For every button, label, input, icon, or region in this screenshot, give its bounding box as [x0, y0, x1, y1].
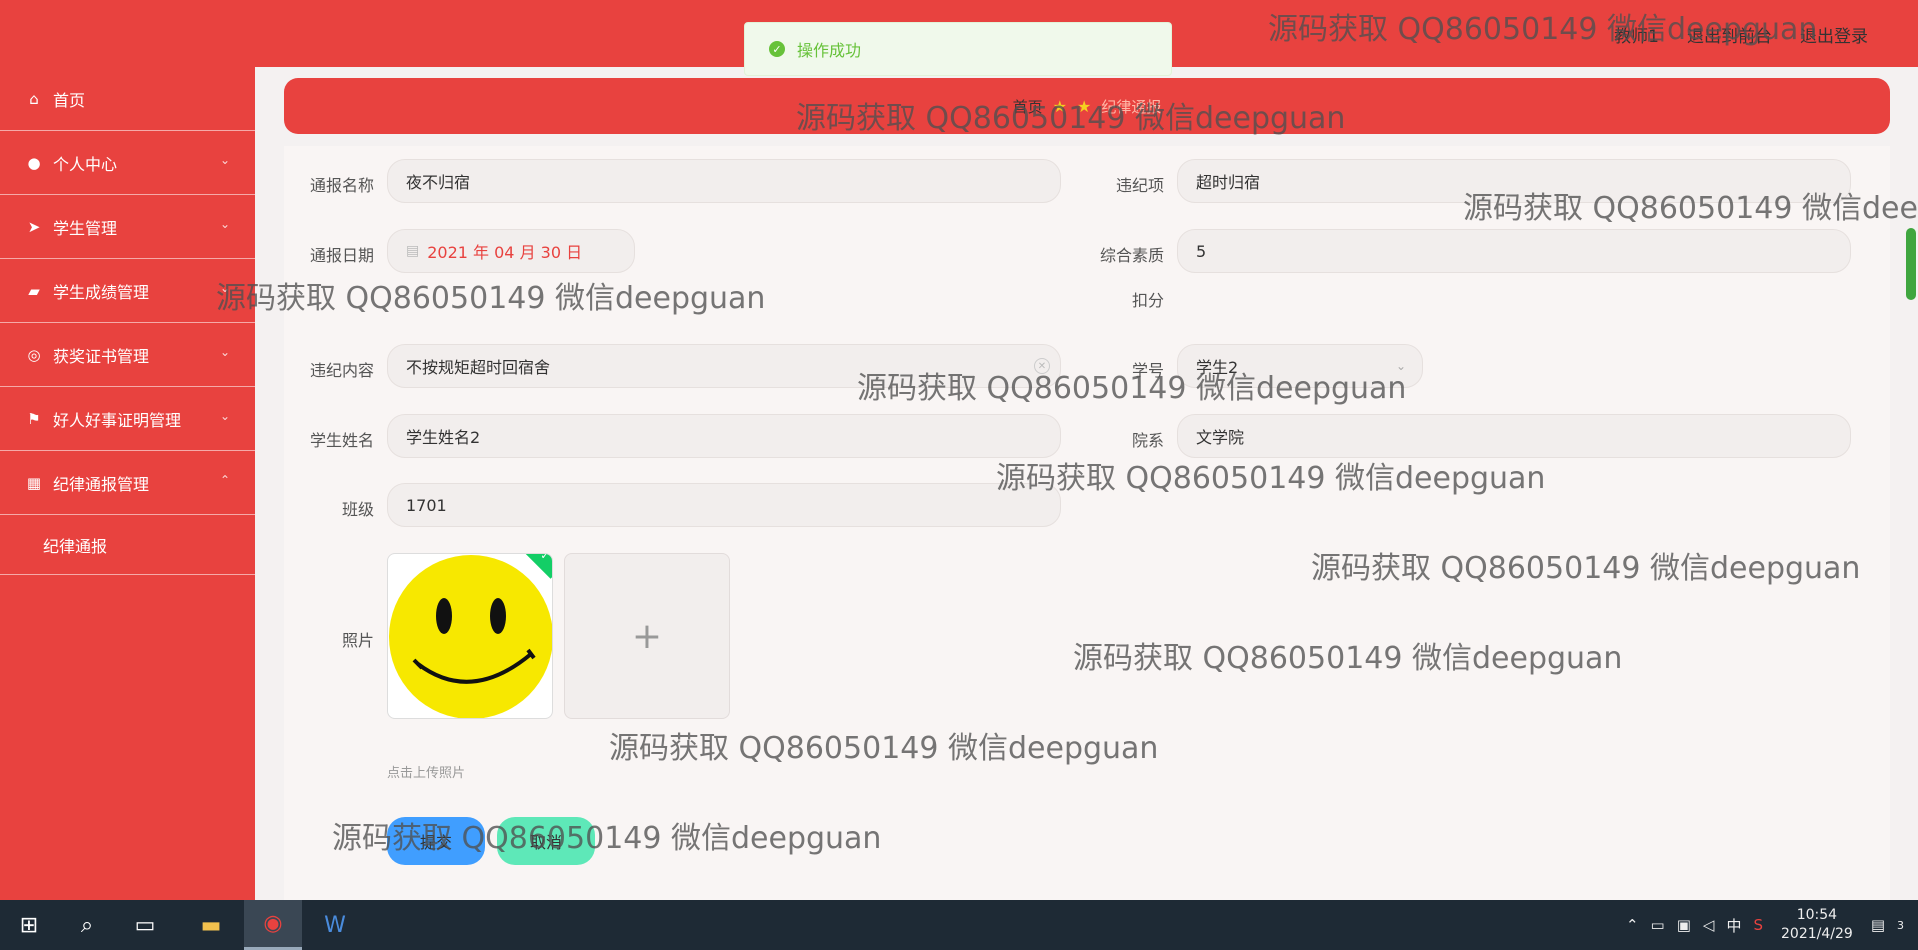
sidebar-item-label: 好人好事证明管理: [53, 410, 182, 430]
chevron-down-icon: ⌄: [219, 217, 230, 231]
sidebar-item-discipline[interactable]: ▦ 纪律通报管理 ⌃: [0, 451, 255, 515]
dept-label: 院系: [1131, 431, 1164, 450]
notification-icon[interactable]: ▤: [1871, 916, 1885, 934]
windows-start-icon[interactable]: ⊞: [0, 900, 58, 950]
submit-button[interactable]: 提交: [387, 817, 485, 865]
send-icon: ➤: [27, 217, 41, 236]
toast-message: 操作成功: [797, 41, 862, 60]
violation-content-input[interactable]: 不按规矩超时回宿舍 ✕: [387, 344, 1061, 388]
uploaded-photo[interactable]: ✓: [387, 553, 553, 719]
chevron-down-icon: ⌄: [219, 281, 230, 295]
breadcrumb: 首页 ★ ★ 纪律通报: [284, 78, 1890, 134]
globe-icon: ◎: [27, 345, 41, 364]
sidebar-item-label: 纪律通报管理: [53, 474, 150, 494]
sidebar-item-label: 首页: [53, 90, 86, 110]
chevron-up-icon[interactable]: ⌃: [1626, 916, 1639, 934]
volume-icon[interactable]: ◁: [1703, 916, 1715, 934]
student-no-label: 学号: [1131, 361, 1164, 380]
date-value: 2021 年 04 月 30 日: [427, 243, 583, 262]
class-label: 班级: [341, 500, 374, 519]
sidebar-item-label: 个人中心: [53, 154, 118, 174]
clear-icon[interactable]: ✕: [1034, 358, 1050, 374]
edit-form: 通报名称 夜不归宿 违纪项 超时归宿 通报日期 ▤ 2021 年 04 月 30…: [284, 146, 1890, 900]
student-no-value: 学生2: [1196, 358, 1239, 377]
score-label: 综合素质: [1099, 246, 1164, 265]
content-label: 违纪内容: [309, 361, 374, 380]
notice-date-picker[interactable]: ▤ 2021 年 04 月 30 日: [387, 229, 635, 273]
network-icon[interactable]: ▣: [1677, 916, 1691, 934]
windows-taskbar: ⊞ ⌕ ▭ ▬ ◉ W ⌃ ▭ ▣ ◁ 中 S 10:54 2021/4/29 …: [0, 900, 1918, 950]
chrome-icon[interactable]: ◉: [244, 900, 302, 950]
photo-label: 照片: [341, 631, 374, 650]
dept-input[interactable]: 文学院: [1177, 414, 1851, 458]
home-icon: ⌂: [29, 89, 39, 108]
system-tray: ⌃ ▭ ▣ ◁ 中 S 10:54 2021/4/29 ▤ 3: [1626, 900, 1918, 950]
chevron-down-icon: ⌄: [219, 409, 230, 423]
cancel-button[interactable]: 取消: [497, 817, 595, 865]
smiley-image: [389, 555, 552, 718]
user-icon: ●: [27, 153, 41, 172]
task-view-icon[interactable]: ▭: [116, 900, 174, 950]
grid-icon: ▦: [26, 473, 42, 492]
student-name-label: 学生姓名: [309, 431, 374, 450]
sidebar-item-certificates[interactable]: ◎ 获奖证书管理 ⌄: [0, 323, 255, 387]
search-icon[interactable]: ⌕: [58, 900, 116, 950]
calendar-icon: ▤: [406, 243, 420, 259]
chevron-up-icon: ⌃: [219, 473, 230, 487]
word-icon[interactable]: W: [306, 900, 364, 950]
sidebar: ⌂ 首页 ● 个人中心 ⌄ ➤ 学生管理 ⌄ ▰ 学生成绩管理 ⌄ ◎ 获奖证书…: [0, 67, 255, 900]
upload-hint: 点击上传照片: [387, 766, 466, 781]
sidebar-item-grades[interactable]: ▰ 学生成绩管理 ⌄: [0, 259, 255, 323]
logout-link[interactable]: 退出登录: [1800, 22, 1868, 47]
sidebar-item-students[interactable]: ➤ 学生管理 ⌄: [0, 195, 255, 259]
date-label: 通报日期: [309, 246, 374, 265]
briefcase-icon: ▰: [28, 281, 40, 300]
photo-upload-button[interactable]: +: [564, 553, 730, 719]
violation-label: 违纪项: [1115, 176, 1164, 195]
ime-indicator[interactable]: 中: [1726, 915, 1741, 936]
taskbar-clock[interactable]: 10:54 2021/4/29: [1781, 906, 1853, 944]
score-deduction-input[interactable]: 5: [1177, 229, 1851, 273]
notice-name-input[interactable]: 夜不归宿: [387, 159, 1061, 203]
chevron-down-icon: ⌄: [1395, 359, 1406, 373]
name-label: 通报名称: [309, 176, 374, 195]
sidebar-item-label: 获奖证书管理: [53, 346, 150, 366]
header-links: 教师1 退出到前台 退出登录: [1614, 22, 1868, 47]
file-explorer-icon[interactable]: ▬: [182, 900, 240, 950]
student-name-input[interactable]: 学生姓名2: [387, 414, 1061, 458]
success-toast: ✓ 操作成功: [744, 22, 1172, 76]
check-circle-icon: ✓: [769, 41, 785, 57]
sidebar-item-good-deeds[interactable]: ⚑ 好人好事证明管理 ⌄: [0, 387, 255, 451]
check-icon: ✓: [540, 553, 550, 562]
sidebar-item-label: 学生管理: [53, 218, 118, 238]
notification-count: 3: [1897, 918, 1904, 932]
violation-input[interactable]: 超时归宿: [1177, 159, 1851, 203]
breadcrumb-current: 纪律通报: [1101, 97, 1162, 116]
user-name-link[interactable]: 教师1: [1614, 22, 1659, 47]
chevron-down-icon: ⌄: [219, 345, 230, 359]
flag-icon: ⚑: [27, 409, 41, 428]
back-to-front-link[interactable]: 退出到前台: [1687, 22, 1772, 47]
scrollbar-thumb[interactable]: [1906, 228, 1916, 300]
sidebar-item-profile[interactable]: ● 个人中心 ⌄: [0, 131, 255, 195]
chevron-down-icon: ⌄: [219, 153, 230, 167]
sogou-input-icon[interactable]: S: [1753, 916, 1763, 934]
clock-date: 2021/4/29: [1781, 926, 1853, 942]
breadcrumb-home[interactable]: 首页: [1013, 96, 1043, 117]
star-separator-icon: ★: [1077, 96, 1092, 116]
sidebar-item-label: 学生成绩管理: [53, 282, 150, 302]
sidebar-subitem-discipline-notice[interactable]: 纪律通报: [0, 515, 255, 575]
star-separator-icon: ★: [1052, 96, 1067, 116]
student-no-select[interactable]: 学生2 ⌄: [1177, 344, 1423, 388]
score-label-2: 扣分: [1131, 291, 1164, 310]
class-input[interactable]: 1701: [387, 483, 1061, 527]
content-value: 不按规矩超时回宿舍: [406, 358, 551, 377]
clock-time: 10:54: [1796, 907, 1838, 923]
sidebar-item-home[interactable]: ⌂ 首页: [0, 67, 255, 131]
battery-icon[interactable]: ▭: [1651, 916, 1665, 934]
